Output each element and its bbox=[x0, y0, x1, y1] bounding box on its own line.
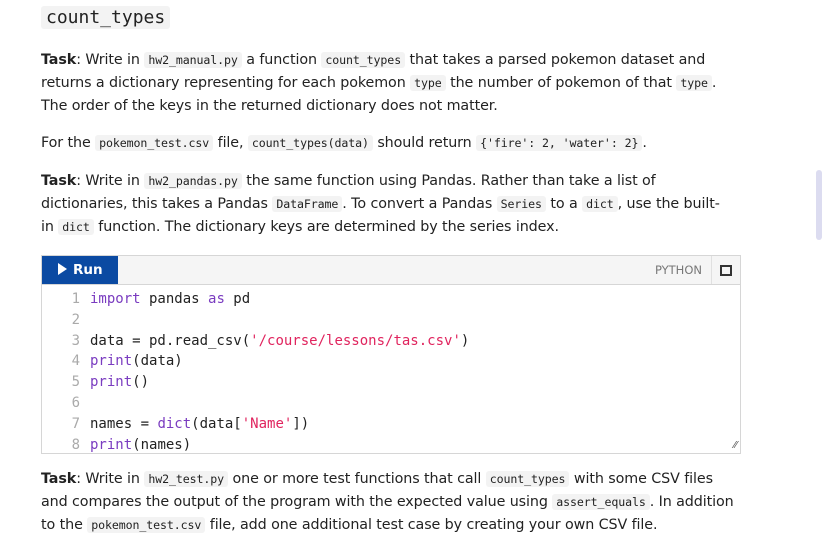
code-editor: Run PYTHON 1 import pandas as pd 2 3 data … bbox=[41, 255, 741, 454]
task-label: Task bbox=[41, 52, 77, 68]
resize-handle-icon[interactable]: ⁄⁄ bbox=[734, 440, 737, 451]
inline-code: count_types(data) bbox=[247, 135, 373, 151]
inline-code: dict bbox=[582, 196, 618, 212]
code-area[interactable]: 1 import pandas as pd 2 3 data = pd.read_c… bbox=[42, 285, 740, 455]
text: dictionaries, this takes a Pandas bbox=[41, 196, 273, 212]
text: and compares the output of the program w… bbox=[41, 494, 553, 510]
text: a function bbox=[241, 52, 322, 68]
text: in bbox=[41, 219, 59, 235]
keyword: as bbox=[208, 291, 225, 307]
text: with some CSV files bbox=[569, 471, 713, 487]
inline-code: assert_equals bbox=[552, 494, 650, 510]
task-label: Task bbox=[41, 471, 77, 487]
line-number: 4 bbox=[71, 353, 80, 370]
text: the same function using Pandas. Rather t… bbox=[241, 173, 656, 189]
line-number: 5 bbox=[71, 374, 80, 391]
text: the number of pokemon of that bbox=[445, 75, 677, 91]
code-text: data = pd.read_csv( bbox=[90, 332, 251, 349]
text: that takes a parsed pokemon dataset and bbox=[405, 52, 706, 68]
line-number: 7 bbox=[71, 415, 80, 432]
string-literal: '/course/lessons/tas.csv' bbox=[250, 332, 461, 349]
keyword: print bbox=[90, 374, 133, 391]
string-literal: 'Name' bbox=[241, 415, 293, 432]
code-text: ]) bbox=[292, 415, 310, 432]
code-text: pd bbox=[224, 291, 251, 307]
text: For the bbox=[41, 135, 96, 151]
keyword: print bbox=[90, 353, 133, 370]
code-line: 7 names = dict(data['Name']) bbox=[42, 414, 740, 435]
text: function. The dictionary keys are determ… bbox=[93, 219, 559, 235]
text: to the bbox=[41, 517, 88, 533]
expected-output-paragraph: For the pokemon_test.csv file, count_typ… bbox=[41, 132, 647, 155]
language-label: PYTHON bbox=[654, 263, 702, 277]
play-icon bbox=[58, 263, 67, 275]
code-line: 6 bbox=[42, 393, 740, 414]
text: : Write in bbox=[76, 471, 145, 487]
fullscreen-button[interactable] bbox=[711, 256, 740, 284]
code-line: 3 data = pd.read_csv('/course/lessons/tas… bbox=[42, 331, 740, 352]
text: file, add one additional test case by cr… bbox=[205, 517, 658, 533]
inline-code: pokemon_test.csv bbox=[87, 517, 206, 533]
code-text: pandas bbox=[140, 291, 209, 307]
code-text: ) bbox=[460, 332, 470, 349]
code-text: (data) bbox=[132, 353, 183, 370]
run-button[interactable]: Run bbox=[42, 256, 118, 284]
inline-code: dict bbox=[58, 219, 94, 235]
inline-code: type bbox=[676, 75, 712, 91]
text: : Write in bbox=[76, 52, 145, 68]
inline-code: count_types bbox=[321, 52, 406, 68]
inline-code: hw2_pandas.py bbox=[144, 173, 242, 189]
text: one or more test functions that call bbox=[228, 471, 486, 487]
keyword: import bbox=[90, 291, 141, 307]
text: : Write in bbox=[76, 173, 145, 189]
line-number: 1 bbox=[71, 291, 80, 307]
code-text: () bbox=[132, 374, 150, 391]
text: . In addition bbox=[649, 494, 734, 510]
inline-code: Series bbox=[496, 196, 546, 212]
inline-code: type bbox=[410, 75, 446, 91]
code-line: 8 print(names) bbox=[42, 435, 740, 456]
text: should return bbox=[372, 135, 477, 151]
line-number: 8 bbox=[71, 436, 80, 453]
line-number: 6 bbox=[71, 394, 80, 411]
inline-code: hw2_manual.py bbox=[144, 52, 242, 68]
text: . To convert a Pandas bbox=[342, 196, 497, 212]
code-text: names = bbox=[90, 415, 158, 432]
section-title: count_types bbox=[41, 6, 171, 29]
editor-header: Run PYTHON bbox=[42, 256, 740, 285]
keyword: print bbox=[90, 436, 133, 453]
code-line: 4 print(data) bbox=[42, 351, 740, 372]
task-label: Task bbox=[41, 173, 77, 189]
inline-code: {'fire': 2, 'water': 2} bbox=[476, 135, 643, 151]
task-paragraph-pandas: Task: Write in hw2_pandas.py the same fu… bbox=[41, 170, 720, 239]
code-line: 5 print() bbox=[42, 372, 740, 393]
inline-code: DataFrame bbox=[272, 196, 343, 212]
code-line: 2 bbox=[42, 310, 740, 331]
inline-code: hw2_test.py bbox=[144, 471, 229, 487]
text: . bbox=[711, 75, 717, 91]
text: The order of the keys in the returned di… bbox=[41, 98, 498, 114]
text: . bbox=[642, 135, 647, 151]
line-number: 2 bbox=[71, 311, 80, 328]
text: , use the built- bbox=[617, 196, 720, 212]
line-number: 3 bbox=[71, 332, 80, 349]
text: returns a dictionary representing for ea… bbox=[41, 75, 411, 91]
inline-code: pokemon_test.csv bbox=[95, 135, 214, 151]
text: to a bbox=[545, 196, 583, 212]
task-paragraph-manual: Task: Write in hw2_manual.py a function … bbox=[41, 49, 716, 118]
page-scrollbar[interactable] bbox=[816, 170, 822, 240]
inline-code: count_types bbox=[485, 471, 570, 487]
run-label: Run bbox=[73, 262, 103, 278]
keyword: dict bbox=[157, 415, 192, 432]
text: file, bbox=[213, 135, 248, 151]
task-paragraph-test: Task: Write in hw2_test.py one or more t… bbox=[41, 468, 734, 537]
code-text: (names) bbox=[132, 436, 192, 453]
code-line: 1 import pandas as pd bbox=[42, 289, 740, 310]
code-text: (data[ bbox=[191, 415, 242, 432]
